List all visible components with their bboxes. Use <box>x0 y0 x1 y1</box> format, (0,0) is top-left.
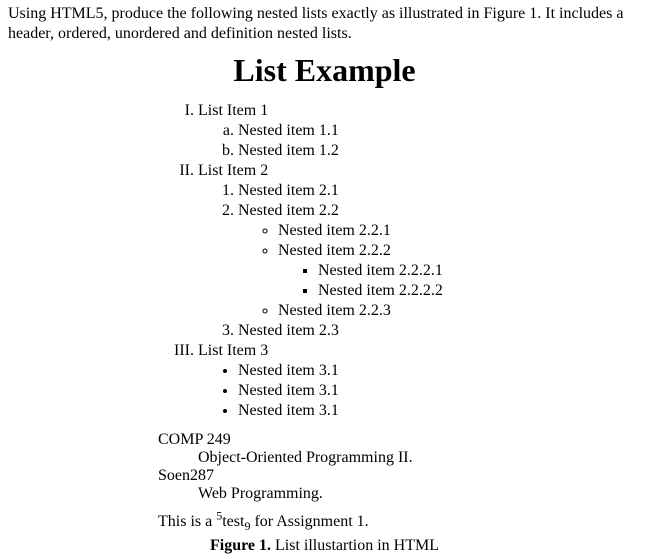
outer-ordered-list: List Item 1 Nested item 1.1 Nested item … <box>158 101 641 421</box>
list-item: Nested item 1.2 <box>238 141 641 161</box>
list-item: List Item 1 Nested item 1.1 Nested item … <box>198 101 641 161</box>
definition-desc: Web Programming. <box>198 485 641 503</box>
sup-sub-line: This is a 5test9 for Assignment 1. <box>158 513 641 531</box>
item-label: Nested item 2.2 <box>238 202 339 219</box>
list-item: List Item 2 Nested item 2.1 Nested item … <box>198 161 641 341</box>
caption-rest: List illustartion in HTML <box>271 537 439 554</box>
list-item: Nested item 3.1 <box>238 381 641 401</box>
definition-term: Soen287 <box>158 467 641 485</box>
list-item: Nested item 2.1 <box>238 181 641 201</box>
text-mid: test <box>222 513 244 530</box>
nested-square-list: Nested item 2.2.2.1 Nested item 2.2.2.2 <box>278 261 641 301</box>
nested-alpha-list: Nested item 1.1 Nested item 1.2 <box>198 121 641 161</box>
text-post: for Assignment 1. <box>250 513 368 530</box>
intro-text: Using HTML5, produce the following neste… <box>8 4 641 44</box>
list-item: Nested item 2.3 <box>238 321 641 341</box>
list-item: Nested item 2.2 Nested item 2.2.1 Nested… <box>238 201 641 321</box>
caption-bold: Figure 1. <box>210 537 271 554</box>
definition-desc: Object-Oriented Programming II. <box>198 449 641 467</box>
figure-content: List Item 1 Nested item 1.1 Nested item … <box>158 101 641 531</box>
item-label: Nested item 2.2.2 <box>278 242 391 259</box>
nested-decimal-list: Nested item 2.1 Nested item 2.2 Nested i… <box>198 181 641 341</box>
page-title: List Example <box>8 52 641 89</box>
definition-term: COMP 249 <box>158 431 641 449</box>
item-label: List Item 2 <box>198 162 268 179</box>
item-label: List Item 3 <box>198 342 268 359</box>
figure-caption: Figure 1. List illustartion in HTML <box>8 537 641 555</box>
nested-circle-list: Nested item 2.2.1 Nested item 2.2.2 Nest… <box>238 221 641 321</box>
list-item: Nested item 2.2.1 <box>278 221 641 241</box>
list-item: Nested item 3.1 <box>238 361 641 381</box>
list-item: Nested item 2.2.2.2 <box>318 281 641 301</box>
list-item: List Item 3 Nested item 3.1 Nested item … <box>198 341 641 421</box>
list-item: Nested item 3.1 <box>238 401 641 421</box>
list-item: Nested item 1.1 <box>238 121 641 141</box>
text-pre: This is a <box>158 513 216 530</box>
list-item: Nested item 2.2.3 <box>278 301 641 321</box>
nested-disc-list: Nested item 3.1 Nested item 3.1 Nested i… <box>198 361 641 421</box>
list-item: Nested item 2.2.2 Nested item 2.2.2.1 Ne… <box>278 241 641 301</box>
list-item: Nested item 2.2.2.1 <box>318 261 641 281</box>
definition-list: COMP 249 Object-Oriented Programming II.… <box>158 431 641 503</box>
item-label: List Item 1 <box>198 102 268 119</box>
